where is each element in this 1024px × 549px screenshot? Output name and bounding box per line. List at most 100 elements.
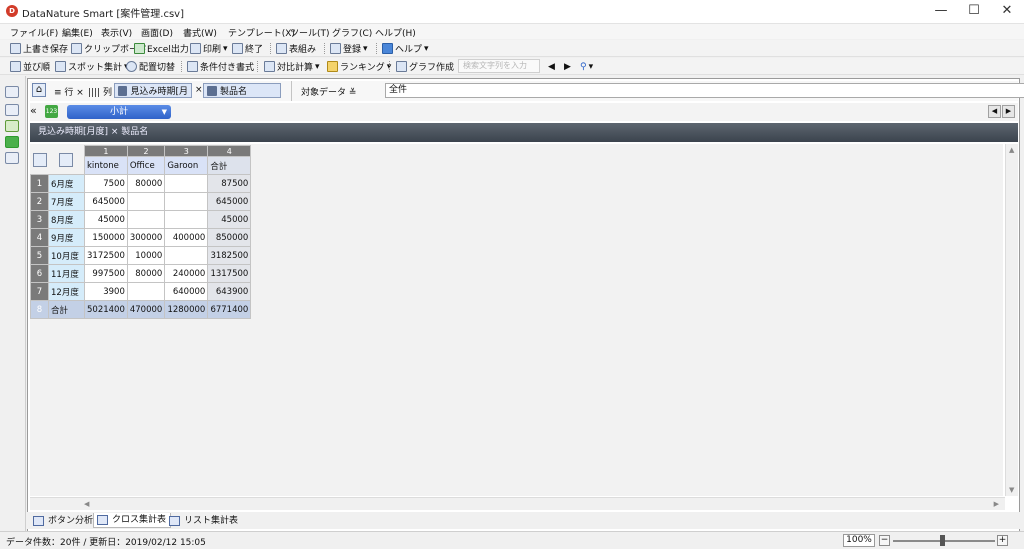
menu-file[interactable]: ファイル(F) [10, 26, 58, 39]
register-button[interactable]: 登録 ▾ [330, 42, 368, 55]
collapse-double-chevron-icon[interactable]: « [30, 105, 37, 117]
row-number[interactable]: 3 [30, 210, 49, 229]
row-header[interactable]: 7月度 [48, 192, 85, 211]
sidebar-report-icon[interactable] [5, 152, 19, 164]
minimize-button[interactable]: — [924, 0, 958, 22]
cell[interactable] [164, 174, 209, 193]
close-button[interactable]: ✕ [990, 0, 1024, 22]
search-next-button[interactable]: ▶ [564, 60, 571, 73]
cell[interactable] [126, 282, 166, 301]
cell-total[interactable]: 3182500 [207, 246, 252, 265]
cell-total[interactable]: 1317500 [207, 264, 252, 283]
zoom-out-button[interactable]: − [879, 535, 890, 546]
col-header[interactable]: kintone [84, 156, 128, 175]
tab-button-analysis[interactable]: ボタン分析 [29, 513, 98, 528]
cell[interactable]: 80000 [126, 174, 166, 193]
sidebar-filter-icon[interactable] [5, 104, 19, 116]
row-number[interactable]: 1 [30, 174, 49, 193]
cell[interactable]: 640000 [164, 282, 209, 301]
scroll-right-icon[interactable]: ▶ [994, 500, 999, 508]
menu-view[interactable]: 表示(V) [101, 26, 132, 39]
menu-graph[interactable]: グラフ(C) [332, 26, 372, 39]
col-field-chip[interactable]: 製品名 [203, 83, 281, 98]
zoom-level[interactable]: 100% [843, 534, 875, 547]
home-icon[interactable]: ⌂ [32, 83, 46, 97]
create-graph-button[interactable]: グラフ作成 [396, 60, 454, 73]
cell[interactable]: 300000 [126, 228, 166, 247]
search-options-button[interactable]: ⚲ ▾ [580, 60, 593, 73]
cell[interactable]: 400000 [164, 228, 209, 247]
row-number[interactable]: 2 [30, 192, 49, 211]
cell[interactable]: 3900 [84, 282, 128, 301]
sort-order-button[interactable]: 並び順 [10, 60, 50, 73]
col-header[interactable]: Office [126, 156, 166, 175]
row-header[interactable]: 8月度 [48, 210, 85, 229]
cell[interactable] [164, 210, 209, 229]
cell-total[interactable]: 5021400 [84, 300, 128, 319]
horizontal-scrollbar[interactable]: ◀ ▶ [30, 497, 1005, 510]
row-header[interactable]: 10月度 [48, 246, 85, 265]
row-number[interactable]: 8 [30, 300, 49, 319]
print-button[interactable]: 印刷 ▾ [190, 42, 228, 55]
cell-total[interactable]: 643900 [207, 282, 252, 301]
tab-list-aggregate[interactable]: リスト集計表 [165, 513, 243, 528]
cell-grand-total[interactable]: 6771400 [207, 300, 252, 319]
help-button[interactable]: ヘルプ ▾ [382, 42, 429, 55]
row-number[interactable]: 4 [30, 228, 49, 247]
row-number[interactable]: 5 [30, 246, 49, 265]
cell[interactable]: 240000 [164, 264, 209, 283]
zoom-in-button[interactable]: + [997, 535, 1008, 546]
cell[interactable]: 997500 [84, 264, 128, 283]
col-header-total[interactable]: 合計 [207, 156, 252, 175]
save-button[interactable]: 上書き保存 [10, 42, 68, 55]
maximize-button[interactable]: ☐ [957, 0, 991, 22]
row-header-total[interactable]: 合計 [48, 300, 85, 319]
row-header[interactable]: 6月度 [48, 174, 85, 193]
cell[interactable] [164, 246, 209, 265]
col-number[interactable]: 3 [164, 145, 209, 157]
excel-export-button[interactable]: Excel出力 [134, 42, 189, 55]
cell[interactable]: 7500 [84, 174, 128, 193]
cell[interactable]: 3172500 [84, 246, 128, 265]
col-number[interactable]: 2 [126, 145, 166, 157]
scroll-left-button[interactable]: ◀ [988, 105, 1001, 118]
cell[interactable]: 45000 [84, 210, 128, 229]
target-data-field[interactable]: 全件 [385, 83, 1024, 98]
layout-switch-button[interactable]: 配置切替 [126, 60, 175, 73]
cell[interactable] [126, 192, 166, 211]
copy-icon[interactable] [58, 152, 73, 167]
scroll-right-button[interactable]: ▶ [1002, 105, 1015, 118]
search-prev-button[interactable]: ◀ [548, 60, 555, 73]
vertical-scrollbar[interactable]: ▲ ▼ [1005, 144, 1018, 496]
cell[interactable]: 10000 [126, 246, 166, 265]
cell[interactable] [126, 210, 166, 229]
cell-total[interactable]: 850000 [207, 228, 252, 247]
row-header[interactable]: 9月度 [48, 228, 85, 247]
subtotal-dropdown[interactable]: 小計 ▼ [67, 105, 171, 119]
cell[interactable]: 150000 [84, 228, 128, 247]
exit-button[interactable]: 終了 [232, 42, 263, 55]
row-header[interactable]: 11月度 [48, 264, 85, 283]
table-layout-button[interactable]: 表組み [276, 42, 316, 55]
scroll-left-icon[interactable]: ◀ [84, 500, 89, 508]
cell-total[interactable]: 470000 [126, 300, 166, 319]
spot-aggregate-button[interactable]: スポット集計▾ [55, 60, 129, 73]
menu-template[interactable]: テンプレート(X) [228, 26, 295, 39]
cell[interactable] [164, 192, 209, 211]
chip-remove-icon[interactable]: × [195, 85, 203, 95]
menu-edit[interactable]: 編集(E) [62, 26, 93, 39]
cell-total[interactable]: 645000 [207, 192, 252, 211]
col-number[interactable]: 4 [207, 145, 252, 157]
tab-crosstab[interactable]: クロス集計表 [93, 513, 172, 528]
col-number[interactable]: 1 [84, 145, 128, 157]
compare-calc-button[interactable]: 対比計算 ▾ [264, 60, 320, 73]
row-number[interactable]: 6 [30, 264, 49, 283]
zoom-slider-thumb[interactable] [940, 535, 945, 546]
menu-screen[interactable]: 画面(D) [141, 26, 173, 39]
scroll-down-icon[interactable]: ▼ [1009, 486, 1014, 494]
col-header[interactable]: Garoon [164, 156, 209, 175]
row-header[interactable]: 12月度 [48, 282, 85, 301]
sidebar-crosstab-icon[interactable] [5, 136, 19, 148]
sheet-settings-icon[interactable] [32, 152, 47, 167]
cell[interactable]: 645000 [84, 192, 128, 211]
